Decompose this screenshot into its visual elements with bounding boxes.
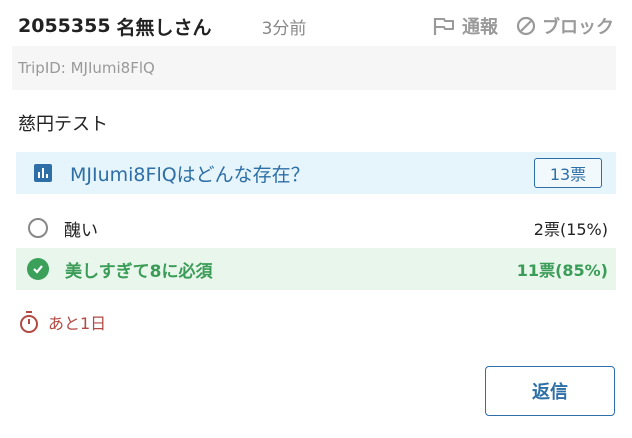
flag-icon <box>433 18 454 35</box>
report-label: 通報 <box>462 17 498 38</box>
report-button[interactable]: 通報 <box>432 13 498 39</box>
block-button[interactable]: ブロック <box>516 13 614 39</box>
poll-header: MJIumi8FlQはどんな存在？ 13票 <box>16 152 616 194</box>
poll-question: MJIumi8FlQはどんな存在？ <box>70 163 310 186</box>
block-icon <box>516 16 536 36</box>
poster-name: 名無しさん <box>116 16 212 39</box>
block-label: ブロック <box>542 17 614 38</box>
poll-chart-icon <box>34 164 52 182</box>
poll-option-label: 醜い <box>64 220 98 241</box>
poll-option-result: 11票(85%) <box>516 261 608 280</box>
post-body: 慈円テスト <box>18 114 108 135</box>
timer-icon <box>20 311 38 333</box>
post-time: 3分前 <box>261 18 307 39</box>
poll-option-2[interactable]: 美しすぎて8に必須 11票(85%) <box>16 248 616 290</box>
poll-remaining: あと1日 <box>18 310 106 334</box>
poll-option-label: 美しすぎて8に必須 <box>65 261 213 282</box>
remaining-label: あと1日 <box>48 314 107 333</box>
poll-option-1[interactable]: 醜い 2票(15%) <box>16 207 616 249</box>
post-number: 2055355 <box>18 15 111 37</box>
poll-total-votes: 13票 <box>534 158 602 188</box>
reply-button[interactable]: 返信 <box>485 366 615 416</box>
poll-option-result: 2票(15%) <box>533 220 608 239</box>
trip-id: TripID: MJIumi8FlQ <box>12 46 616 90</box>
radio-icon <box>28 218 48 238</box>
check-circle-icon <box>27 258 49 280</box>
post-header: 2055355 名無しさん 3分前 通報 ブロック <box>18 10 614 42</box>
